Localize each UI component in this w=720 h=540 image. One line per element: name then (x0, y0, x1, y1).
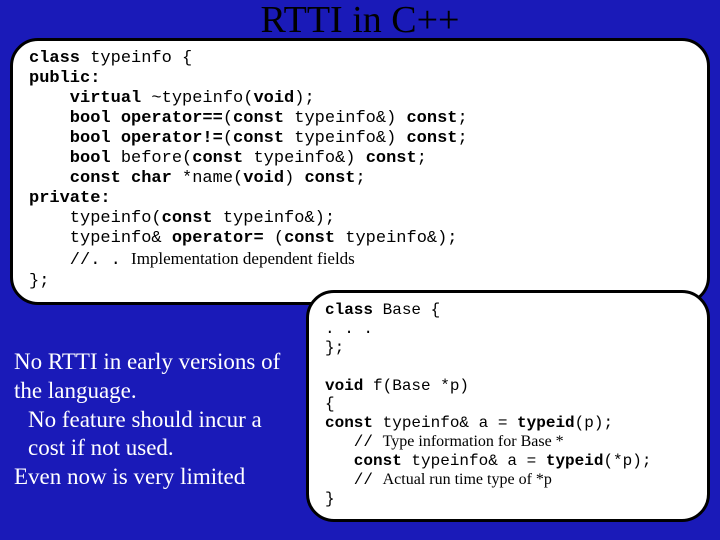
code-text: ; (458, 109, 468, 128)
code-text: ( (223, 109, 233, 128)
code-text: Base { (373, 301, 440, 319)
code-text: public: (29, 69, 100, 88)
code-text: const (284, 229, 335, 248)
code-text: private: (29, 189, 111, 208)
code-text: const char (29, 169, 172, 188)
code-text: ); (294, 89, 314, 108)
code-text: . . . (325, 320, 373, 338)
code-text: typeinfo& a = (373, 414, 517, 432)
code-text: typeid (546, 452, 604, 470)
code-text: (p); (575, 414, 613, 432)
code-text: const (233, 129, 284, 148)
usage-example-code: class Base { . . . }; void f(Base *p) { … (306, 290, 710, 522)
code-text: typeinfo&) (243, 149, 365, 168)
code-text: void (325, 377, 363, 395)
code-text: f(Base *p) (363, 377, 469, 395)
code-text: ~typeinfo( (141, 89, 253, 108)
code-text: const (233, 109, 284, 128)
code-text: typeinfo& (29, 229, 172, 248)
typeinfo-class-code: class typeinfo { public: virtual ~typein… (10, 38, 710, 305)
code-text: typeinfo&) (284, 109, 406, 128)
code-comment: Implementation dependent fields (131, 249, 355, 268)
code-text: typeid (517, 414, 575, 432)
note-line: No feature should incur a cost if not us… (28, 406, 304, 464)
code-text: { (325, 395, 335, 413)
code-text: typeinfo&); (335, 229, 457, 248)
code-text: *name( (172, 169, 243, 188)
code-text: const (325, 452, 402, 470)
code-text: // (325, 471, 383, 489)
note-line: No RTTI in early versions of the languag… (14, 348, 304, 406)
code-text: }; (29, 272, 49, 291)
code-text: typeinfo&) (284, 129, 406, 148)
code-text: const (192, 149, 243, 168)
code-text: const (366, 149, 417, 168)
note-line: Even now is very limited (14, 463, 304, 492)
code-text: const (325, 414, 373, 432)
code-text: ( (223, 129, 233, 148)
code-text: } (325, 490, 335, 508)
code-text: }; (325, 339, 344, 357)
code-text: ) (284, 169, 304, 188)
code-text: void (243, 169, 284, 188)
code-text: const (162, 209, 213, 228)
code-text: const (406, 109, 457, 128)
slide-title: RTTI in C++ (0, 0, 720, 42)
code-comment: Type information for Base * (383, 433, 564, 450)
code-text: ; (355, 169, 365, 188)
code-text: // (325, 433, 383, 451)
code-text: const (304, 169, 355, 188)
code-text: bool (29, 149, 111, 168)
code-text: typeinfo( (29, 209, 162, 228)
code-text: virtual (29, 89, 141, 108)
code-text: class (29, 49, 80, 68)
code-text: class (325, 301, 373, 319)
code-text: ; (417, 149, 427, 168)
code-text: operator= (172, 229, 264, 248)
code-text: typeinfo { (80, 49, 192, 68)
code-text: typeinfo&); (213, 209, 335, 228)
code-text: before( (111, 149, 193, 168)
code-text: void (253, 89, 294, 108)
code-text: bool operator!= (29, 129, 223, 148)
code-text: (*p); (603, 452, 651, 470)
explanatory-note: No RTTI in early versions of the languag… (14, 348, 304, 492)
code-text: ; (458, 129, 468, 148)
code-text: bool operator== (29, 109, 223, 128)
code-text: const (406, 129, 457, 148)
code-text: typeinfo& a = (402, 452, 546, 470)
code-text: //. . (29, 251, 131, 270)
code-comment: Actual run time type of *p (383, 471, 552, 488)
code-text: ( (264, 229, 284, 248)
